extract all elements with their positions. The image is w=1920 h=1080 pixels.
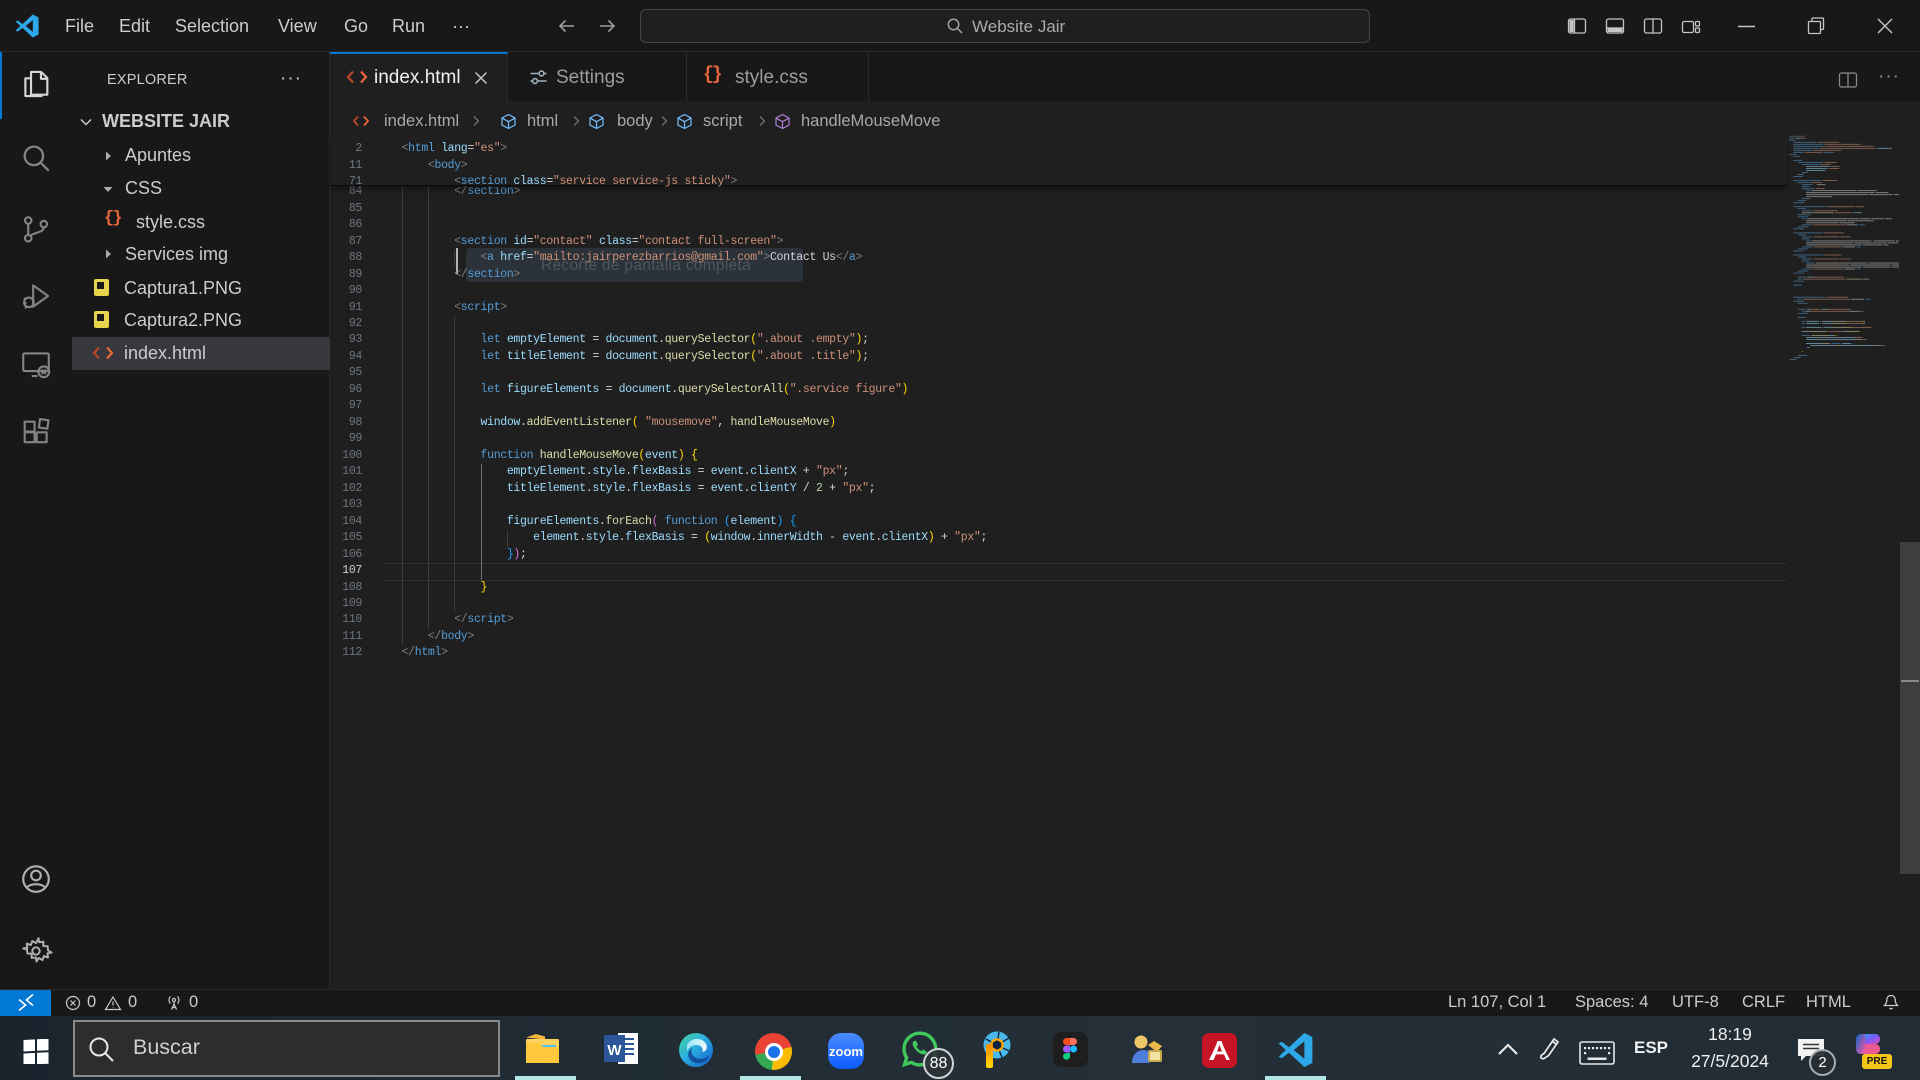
svg-text:W: W — [607, 1042, 622, 1059]
